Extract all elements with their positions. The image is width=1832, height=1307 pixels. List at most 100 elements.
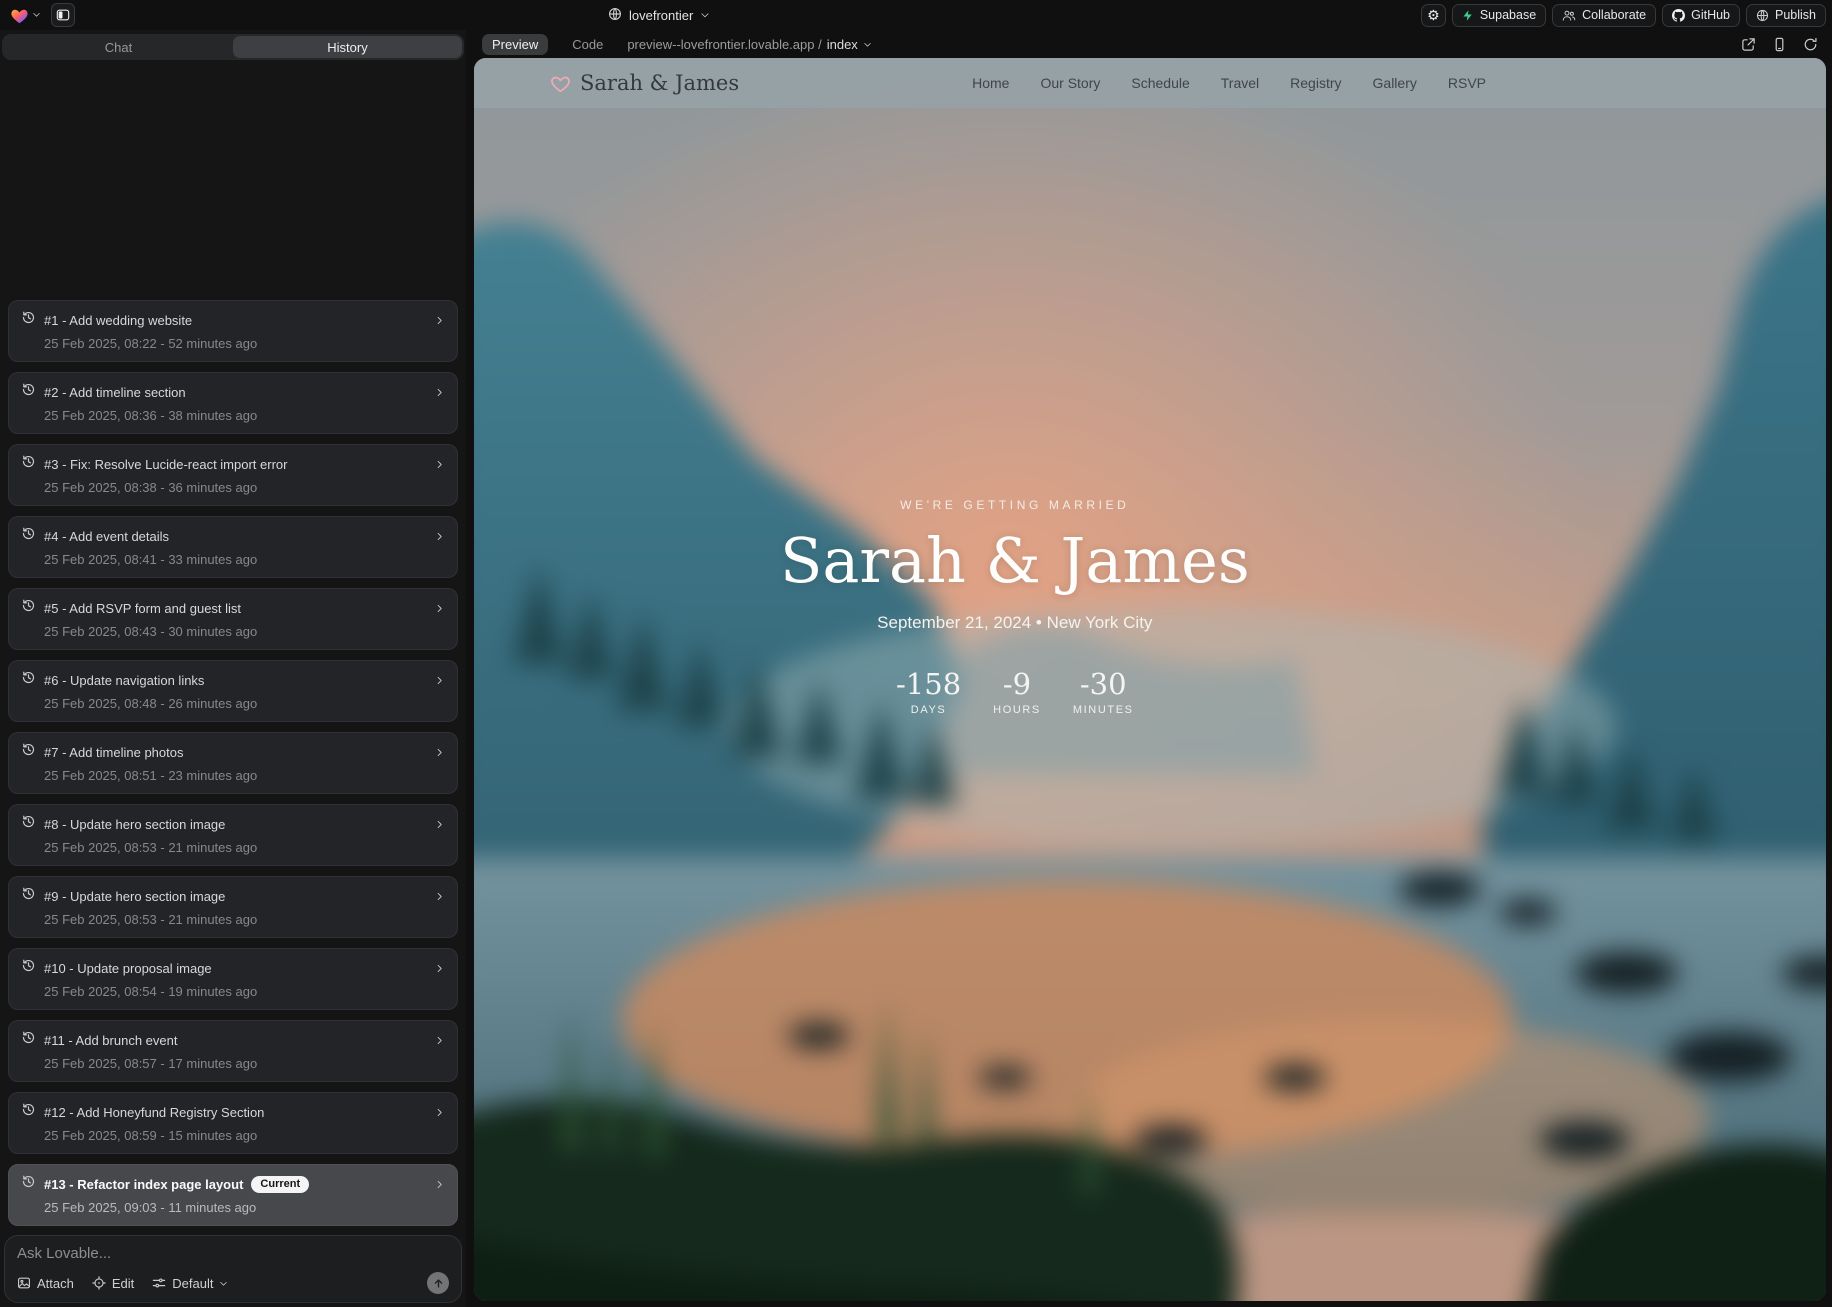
history-item[interactable]: #10 - Update proposal image 25 Feb 2025,…	[8, 948, 458, 1010]
target-icon	[92, 1276, 106, 1290]
lovable-heart-icon	[10, 7, 29, 24]
history-list: #1 - Add wedding website 25 Feb 2025, 08…	[0, 60, 466, 1235]
globe-icon	[1756, 9, 1769, 22]
chevron-right-icon	[434, 603, 445, 614]
tab-preview[interactable]: Preview	[482, 34, 548, 55]
refresh-icon[interactable]	[1803, 37, 1818, 52]
project-selector[interactable]: lovefrontier	[608, 0, 710, 30]
current-badge: Current	[251, 1176, 309, 1193]
history-icon	[21, 454, 36, 474]
chevron-right-icon	[434, 819, 445, 830]
mode-selector[interactable]: Default	[152, 1276, 228, 1291]
chevron-down-icon	[219, 1279, 228, 1288]
history-item-current[interactable]: #13 - Refactor index page layout Current…	[8, 1164, 458, 1226]
hero-eyebrow: WE'RE GETTING MARRIED	[780, 498, 1250, 512]
sidebar-toggle-button[interactable]	[51, 3, 75, 27]
history-icon	[21, 814, 36, 834]
chevron-right-icon	[434, 531, 445, 542]
collaborate-button[interactable]: Collaborate	[1552, 4, 1656, 27]
chevron-down-icon	[863, 40, 872, 49]
chevron-right-icon	[434, 459, 445, 470]
send-button[interactable]	[427, 1272, 449, 1294]
site-brand[interactable]: Sarah & James	[550, 71, 739, 95]
history-item[interactable]: #1 - Add wedding website 25 Feb 2025, 08…	[8, 300, 458, 362]
nav-travel[interactable]: Travel	[1221, 75, 1259, 91]
tab-code[interactable]: Code	[562, 34, 613, 55]
history-item[interactable]: #2 - Add timeline section 25 Feb 2025, 0…	[8, 372, 458, 434]
sliders-icon	[152, 1276, 166, 1290]
history-icon	[21, 742, 36, 762]
heart-outline-icon	[550, 74, 571, 93]
project-name: lovefrontier	[629, 8, 693, 23]
preview-panel: Preview Code preview--lovefrontier.lovab…	[466, 30, 1832, 1307]
chevron-right-icon	[434, 1179, 445, 1190]
sidebar-tabs: Chat History	[2, 34, 464, 60]
app-topbar: lovefrontier ⚙ Supabase Collaborate GitH…	[0, 0, 1832, 30]
countdown-minutes: -30 MINUTES	[1073, 667, 1134, 716]
history-item[interactable]: #11 - Add brunch event 25 Feb 2025, 08:5…	[8, 1020, 458, 1082]
chevron-down-icon	[32, 6, 41, 24]
chevron-right-icon	[434, 963, 445, 974]
gear-icon: ⚙	[1427, 7, 1440, 24]
nav-our-story[interactable]: Our Story	[1040, 75, 1100, 91]
history-icon	[21, 1030, 36, 1050]
chevron-right-icon	[434, 1035, 445, 1046]
nav-gallery[interactable]: Gallery	[1373, 75, 1417, 91]
nav-registry[interactable]: Registry	[1290, 75, 1341, 91]
tab-chat[interactable]: Chat	[4, 36, 233, 58]
history-item[interactable]: #8 - Update hero section image 25 Feb 20…	[8, 804, 458, 866]
history-item[interactable]: #5 - Add RSVP form and guest list 25 Feb…	[8, 588, 458, 650]
nav-schedule[interactable]: Schedule	[1131, 75, 1189, 91]
history-item[interactable]: #4 - Add event details 25 Feb 2025, 08:4…	[8, 516, 458, 578]
history-icon	[21, 958, 36, 978]
chevron-right-icon	[434, 387, 445, 398]
history-icon	[21, 1102, 36, 1122]
history-item[interactable]: #3 - Fix: Resolve Lucide-react import er…	[8, 444, 458, 506]
preview-topbar: Preview Code preview--lovefrontier.lovab…	[474, 30, 1826, 58]
countdown-hours: -9 HOURS	[993, 667, 1041, 716]
prompt-composer: Attach Edit Default	[4, 1235, 462, 1303]
history-icon	[21, 670, 36, 690]
tab-history[interactable]: History	[233, 36, 462, 58]
prompt-input[interactable]	[17, 1245, 449, 1262]
chevron-right-icon	[434, 315, 445, 326]
site-preview: Sarah & James Home Our Story Schedule Tr…	[474, 58, 1826, 1301]
nav-home[interactable]: Home	[972, 75, 1009, 91]
history-icon	[21, 1174, 36, 1194]
history-item[interactable]: #12 - Add Honeyfund Registry Section 25 …	[8, 1092, 458, 1154]
chevron-right-icon	[434, 1107, 445, 1118]
mobile-view-icon[interactable]	[1772, 37, 1787, 52]
attach-button[interactable]: Attach	[17, 1276, 74, 1291]
countdown-days: -158 DAYS	[896, 667, 961, 716]
chevron-right-icon	[434, 747, 445, 758]
open-external-icon[interactable]	[1741, 37, 1756, 52]
history-item[interactable]: #6 - Update navigation links 25 Feb 2025…	[8, 660, 458, 722]
chevron-right-icon	[434, 891, 445, 902]
github-icon	[1672, 9, 1685, 22]
chevron-right-icon	[434, 675, 445, 686]
hero-title: Sarah & James	[780, 524, 1250, 597]
site-header: Sarah & James Home Our Story Schedule Tr…	[474, 58, 1826, 108]
history-icon	[21, 310, 36, 330]
users-icon	[1562, 9, 1576, 22]
history-icon	[21, 526, 36, 546]
settings-button[interactable]: ⚙	[1421, 4, 1446, 27]
chevron-down-icon	[700, 8, 710, 23]
history-icon	[21, 886, 36, 906]
history-item[interactable]: #9 - Update hero section image 25 Feb 20…	[8, 876, 458, 938]
history-icon	[21, 382, 36, 402]
history-item[interactable]: #7 - Add timeline photos 25 Feb 2025, 08…	[8, 732, 458, 794]
preview-url[interactable]: preview--lovefrontier.lovable.app / inde…	[627, 37, 871, 52]
lovable-logo-menu[interactable]	[6, 4, 45, 26]
chat-history-sidebar: Chat History #1 - Add wedding website 25…	[0, 30, 466, 1307]
hero-section: WE'RE GETTING MARRIED Sarah & James Sept…	[780, 498, 1250, 716]
supabase-icon	[1462, 9, 1474, 22]
attach-image-icon	[17, 1276, 31, 1290]
edit-select-button[interactable]: Edit	[92, 1276, 134, 1291]
github-button[interactable]: GitHub	[1662, 4, 1740, 27]
supabase-button[interactable]: Supabase	[1452, 4, 1546, 27]
history-icon	[21, 598, 36, 618]
nav-rsvp[interactable]: RSVP	[1448, 75, 1486, 91]
globe-icon	[608, 7, 622, 24]
publish-button[interactable]: Publish	[1746, 4, 1826, 27]
